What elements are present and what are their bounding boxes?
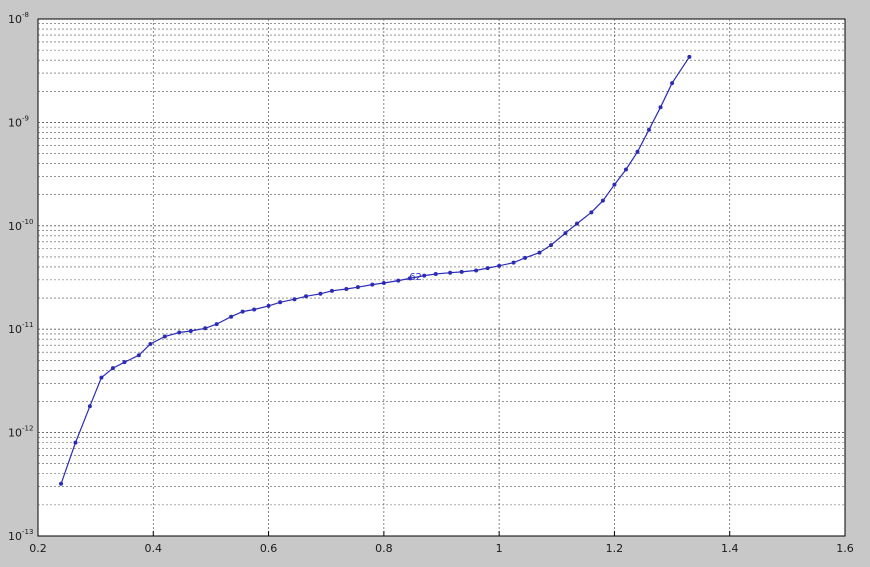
data-point xyxy=(474,268,479,273)
data-point xyxy=(658,105,663,110)
x-tick-label: 1 xyxy=(496,542,503,555)
x-tick-label: 0.2 xyxy=(29,542,47,555)
data-point xyxy=(214,322,219,327)
data-point xyxy=(292,297,297,302)
data-point xyxy=(148,341,153,346)
data-point xyxy=(229,314,234,319)
data-point xyxy=(523,255,528,260)
figure: 0.2 0.4 0.6 0.8 1 1.2 1.4 1.6 10-1310-1210-1110… xyxy=(8,11,854,555)
data-point xyxy=(355,285,360,290)
plot-area xyxy=(37,18,846,537)
data-point xyxy=(433,271,438,276)
data-point xyxy=(136,353,141,358)
data-point xyxy=(177,330,182,335)
data-point xyxy=(99,375,104,380)
data-point xyxy=(370,282,375,287)
data-point xyxy=(537,250,542,255)
y-tick-label: 10-8 xyxy=(8,11,29,26)
data-point xyxy=(318,291,323,296)
data-point xyxy=(122,360,127,365)
data-point xyxy=(252,307,257,312)
x-tick-label: 1.6 xyxy=(836,542,854,555)
data-point xyxy=(600,198,605,203)
data-point xyxy=(485,266,490,271)
data-point xyxy=(670,81,675,86)
data-point xyxy=(188,329,193,334)
data-point xyxy=(162,334,167,339)
data-point xyxy=(266,303,271,308)
data-point xyxy=(59,481,64,486)
data-point xyxy=(278,300,283,305)
x-tick-label: 1.2 xyxy=(606,542,624,555)
data-point xyxy=(459,269,464,274)
y-axis-ticks: 10-13 10-12 10-11 10-10 10-9 10-8 xyxy=(8,11,33,543)
data-point xyxy=(381,280,386,285)
x-tick-label: 1.4 xyxy=(721,542,739,555)
data-point xyxy=(87,404,92,409)
annotations: 62 xyxy=(409,272,422,283)
y-tick-label: 10-12 xyxy=(8,425,33,440)
data-point xyxy=(497,263,502,268)
data-point xyxy=(304,294,309,299)
data-point xyxy=(623,167,628,172)
data-point xyxy=(612,182,617,187)
data-point xyxy=(203,326,208,331)
data-point xyxy=(687,54,692,59)
data-point xyxy=(563,231,568,236)
y-tick-label: 10-13 xyxy=(8,528,33,543)
x-tick-label: 0.8 xyxy=(375,542,393,555)
annotation-label: 62 xyxy=(409,272,422,283)
data-point xyxy=(73,440,78,445)
x-tick-label: 0.4 xyxy=(145,542,163,555)
data-point xyxy=(422,273,427,278)
data-point xyxy=(635,149,640,154)
data-point xyxy=(549,243,554,248)
x-tick-label: 0.6 xyxy=(260,542,278,555)
data-point xyxy=(574,221,579,226)
data-point xyxy=(589,210,594,215)
y-tick-label: 10-11 xyxy=(8,321,33,336)
data-point xyxy=(647,127,652,132)
data-point xyxy=(396,278,401,283)
data-point xyxy=(240,309,245,314)
data-point xyxy=(344,286,349,291)
data-point xyxy=(448,270,453,275)
y-tick-label: 10-9 xyxy=(8,114,29,129)
y-tick-label: 10-10 xyxy=(8,218,33,233)
data-point xyxy=(110,366,115,371)
data-point xyxy=(329,288,334,293)
data-point xyxy=(511,260,516,265)
